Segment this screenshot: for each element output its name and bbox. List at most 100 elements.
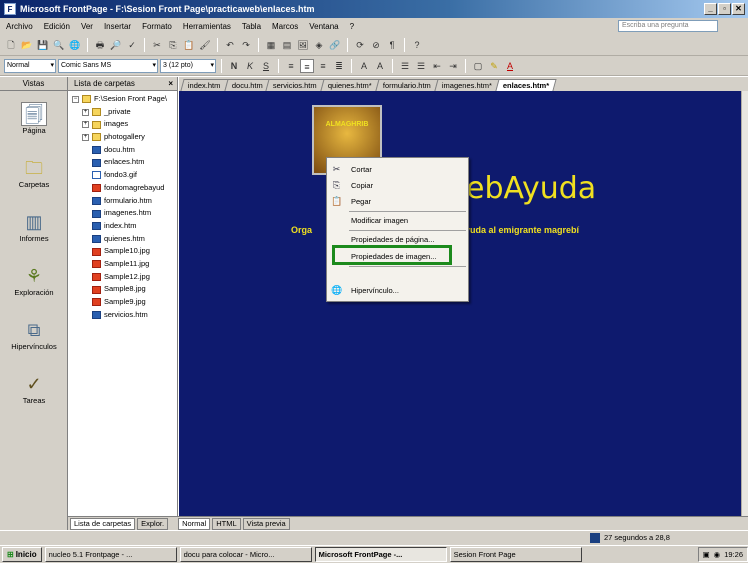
close-button[interactable]: ✕ — [732, 3, 745, 15]
taskbar-button[interactable]: Microsoft FrontPage -... — [314, 547, 447, 562]
taskbar-button[interactable]: docu para colocar - Micro... — [179, 547, 312, 562]
italic-button[interactable]: K — [243, 59, 257, 73]
menu-archivo[interactable]: Archivo — [6, 22, 33, 31]
web-component-icon[interactable]: ▦ — [264, 38, 278, 52]
hyperlink-icon[interactable]: 🔗 — [328, 38, 342, 52]
list-item[interactable]: quienes.htm — [92, 233, 177, 246]
menu-tabla[interactable]: Tabla — [242, 22, 261, 31]
copy-icon[interactable]: ⎘ — [166, 38, 180, 52]
folder-list-tab[interactable]: Lista de carpetas — [70, 517, 136, 530]
menu-item-pegar[interactable]: 📋 Pegar — [327, 194, 468, 209]
tab-formulario[interactable]: formulario.htm — [375, 79, 439, 91]
new-page-icon[interactable]: 🗋 — [4, 38, 18, 52]
ask-question-input[interactable]: Escriba una pregunta — [618, 20, 718, 32]
list-item[interactable]: servicios.htm — [92, 309, 177, 322]
tab-enlaces[interactable]: enlaces.htm* — [495, 79, 557, 91]
menu-formato[interactable]: Formato — [142, 22, 172, 31]
increase-indent-icon[interactable]: ⇥ — [446, 59, 460, 73]
maximize-button[interactable]: ▫ — [718, 3, 731, 15]
insert-picture-icon[interactable]: 🖼 — [296, 38, 310, 52]
format-painter-icon[interactable]: 🖌 — [198, 38, 212, 52]
show-all-icon[interactable]: ¶ — [385, 38, 399, 52]
view-page[interactable]: 🗐 Página — [0, 91, 68, 145]
menu-item-hipervinculo[interactable]: 🌐 Hipervínculo... — [327, 283, 468, 298]
taskbar-button[interactable]: nucleo 5.1 Frontpage - ... — [44, 547, 177, 562]
bulleted-list-icon[interactable]: ☰ — [414, 59, 428, 73]
list-item[interactable]: Sample12.jpg — [92, 271, 177, 284]
drawing-icon[interactable]: ◈ — [312, 38, 326, 52]
page-editor[interactable]: ALMAGHRIB ebAyuda Orga de ayuda al emigr… — [179, 91, 741, 516]
normal-view-tab[interactable]: Normal — [178, 517, 211, 530]
view-tasks[interactable]: ✓ Tareas — [0, 361, 68, 415]
minimize-button[interactable]: _ — [704, 3, 717, 15]
justify-icon[interactable]: ≣ — [332, 59, 346, 73]
preview-icon[interactable]: 🔎 — [109, 38, 123, 52]
menu-ventana[interactable]: Ventana — [309, 22, 338, 31]
list-item[interactable]: + images — [82, 118, 177, 131]
list-item[interactable]: docu.htm — [92, 144, 177, 157]
tab-docu[interactable]: docu.htm — [223, 79, 270, 91]
decrease-font-icon[interactable]: A — [373, 59, 387, 73]
view-folders[interactable]: 🗀 Carpetas — [0, 145, 68, 199]
menu-herramientas[interactable]: Herramientas — [183, 22, 231, 31]
folder-root[interactable]: − F:\Sesion Front Page\ — [72, 93, 177, 106]
explorer-tab[interactable]: Explor. — [137, 517, 169, 530]
tab-servicios[interactable]: servicios.htm — [265, 79, 325, 91]
numbered-list-icon[interactable]: ☰ — [398, 59, 412, 73]
speaker-icon[interactable]: ◉ — [714, 548, 721, 561]
refresh-icon[interactable]: ⟳ — [353, 38, 367, 52]
list-item[interactable]: fondomagrebayud — [92, 182, 177, 195]
list-item[interactable]: Sample9.jpg — [92, 296, 177, 309]
align-center-icon[interactable]: ≡ — [300, 58, 314, 73]
undo-icon[interactable]: ↶ — [223, 38, 237, 52]
help-icon[interactable]: ? — [410, 38, 424, 52]
menu-insertar[interactable]: Insertar — [104, 22, 131, 31]
tab-imagenes[interactable]: imagenes.htm* — [434, 79, 500, 91]
list-item[interactable]: formulario.htm — [92, 195, 177, 208]
view-hyperlinks[interactable]: ⧉ Hipervínculos — [0, 307, 68, 361]
tab-index[interactable]: index.htm — [180, 79, 229, 91]
cut-icon[interactable]: ✂ — [150, 38, 164, 52]
taskbar-button[interactable]: Sesion Front Page — [449, 547, 582, 562]
list-item[interactable]: Sample11.jpg — [92, 258, 177, 271]
tab-quienes[interactable]: quienes.htm* — [320, 79, 380, 91]
stop-icon[interactable]: ⊘ — [369, 38, 383, 52]
increase-font-icon[interactable]: A — [357, 59, 371, 73]
close-folder-list-icon[interactable]: × — [168, 77, 173, 91]
style-select[interactable]: Normal — [4, 58, 56, 73]
menu-item-cortar[interactable]: ✂ Cortar — [327, 162, 468, 177]
redo-icon[interactable]: ↷ — [239, 38, 253, 52]
menu-item-modificar-imagen[interactable]: Modificar imagen — [327, 213, 468, 228]
list-item[interactable]: enlaces.htm — [92, 156, 177, 169]
menu-edicion[interactable]: Edición — [44, 22, 70, 31]
list-item[interactable]: fondo3.gif — [92, 169, 177, 182]
underline-button[interactable]: S — [259, 59, 273, 73]
insert-table-icon[interactable]: ▤ — [280, 38, 294, 52]
menu-ver[interactable]: Ver — [81, 22, 93, 31]
font-size-select[interactable]: 3 (12 pto) — [160, 58, 216, 73]
tray-icon[interactable]: ▣ — [703, 548, 710, 561]
save-icon[interactable]: 💾 — [36, 38, 50, 52]
paste-icon[interactable]: 📋 — [182, 38, 196, 52]
list-item[interactable]: + photogallery — [82, 131, 177, 144]
view-navigation[interactable]: ⚘ Exploración — [0, 253, 68, 307]
html-view-tab[interactable]: HTML — [212, 517, 241, 530]
menu-help[interactable]: ? — [350, 22, 354, 31]
bold-button[interactable]: N — [227, 59, 241, 73]
borders-icon[interactable]: ▢ — [471, 59, 485, 73]
vertical-scrollbar[interactable] — [741, 91, 748, 516]
list-item[interactable]: imagenes.htm — [92, 207, 177, 220]
search-icon[interactable]: 🔍 — [52, 38, 66, 52]
print-icon[interactable]: 🖶 — [93, 38, 107, 52]
font-color-icon[interactable]: A — [503, 59, 517, 73]
align-right-icon[interactable]: ≡ — [316, 59, 330, 73]
frontpage-app-icon[interactable]: F — [4, 3, 16, 15]
decrease-indent-icon[interactable]: ⇤ — [430, 59, 444, 73]
list-item[interactable]: Sample10.jpg — [92, 245, 177, 258]
preview-tab[interactable]: Vista previa — [242, 517, 290, 530]
list-item[interactable]: + _private — [82, 106, 177, 119]
menu-item-copiar[interactable]: ⎘ Copiar — [327, 178, 468, 193]
open-icon[interactable]: 📂 — [20, 38, 34, 52]
menu-marcos[interactable]: Marcos — [272, 22, 298, 31]
start-button[interactable]: ⊞ Inicio — [2, 547, 42, 562]
